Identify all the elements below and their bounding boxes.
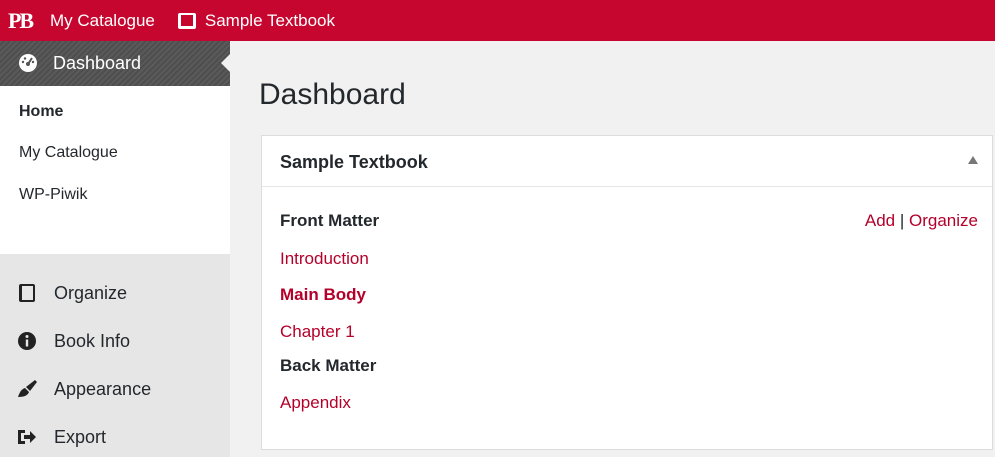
front-matter-actions: Add | Organize: [865, 211, 978, 231]
dashboard-submenu: Home My Catalogue WP-Piwik: [0, 86, 230, 254]
admin-bar: PB My Catalogue Sample Textbook: [0, 0, 995, 41]
sidebar-item-dashboard[interactable]: Dashboard: [0, 41, 230, 134]
chapter-1-link[interactable]: Chapter 1: [280, 322, 355, 342]
main-body-link[interactable]: Main Body: [280, 285, 366, 305]
collapse-toggle-icon[interactable]: [968, 156, 978, 164]
pressbooks-logo[interactable]: PB: [0, 0, 40, 41]
sample-textbook-link[interactable]: Sample Textbook: [167, 0, 347, 41]
active-indicator: [221, 54, 230, 72]
dashboard-gauge-icon: [17, 52, 39, 74]
panel-title: Sample Textbook: [280, 152, 428, 172]
submenu-item-wp-piwik[interactable]: WP-Piwik: [19, 186, 87, 204]
appendix-link[interactable]: Appendix: [280, 393, 351, 413]
paintbrush-icon: [16, 378, 38, 400]
sample-textbook-label: Sample Textbook: [204, 10, 335, 30]
admin-sidebar: Dashboard Home My Catalogue WP-Piwik Org…: [0, 41, 230, 457]
book-overview-panel: Sample Textbook Front Matter Add | Organ…: [261, 135, 993, 450]
export-icon: [16, 426, 38, 448]
back-matter-heading: Back Matter: [280, 356, 377, 375]
submenu-item-my-catalogue[interactable]: My Catalogue: [19, 144, 118, 162]
actions-separator: |: [899, 211, 905, 230]
my-catalogue-link[interactable]: My Catalogue: [40, 0, 167, 41]
organize-link[interactable]: Organize: [909, 211, 978, 230]
front-matter-heading: Front Matter: [280, 211, 380, 230]
book-icon: [177, 12, 197, 30]
sidebar-item-book-info[interactable]: Book Info: [0, 318, 230, 364]
sidebar-item-book-info-label: Book Info: [54, 330, 131, 351]
sidebar-item-export[interactable]: Export: [0, 414, 230, 457]
book-icon: [16, 282, 38, 304]
introduction-link[interactable]: Introduction: [280, 249, 369, 269]
sidebar-item-dashboard-label: Dashboard: [53, 52, 142, 73]
sidebar-item-export-label: Export: [54, 426, 107, 447]
my-catalogue-label: My Catalogue: [50, 10, 155, 30]
sidebar-item-appearance-label: Appearance: [54, 378, 152, 399]
sidebar-item-organize-label: Organize: [54, 282, 128, 303]
sidebar-item-organize[interactable]: Organize: [0, 270, 230, 316]
sidebar-item-appearance[interactable]: Appearance: [0, 366, 230, 412]
page-title: Dashboard: [259, 78, 406, 111]
panel-header[interactable]: Sample Textbook: [262, 136, 992, 187]
submenu-item-home[interactable]: Home: [19, 103, 63, 121]
info-icon: [16, 330, 38, 352]
add-link[interactable]: Add: [865, 211, 895, 230]
